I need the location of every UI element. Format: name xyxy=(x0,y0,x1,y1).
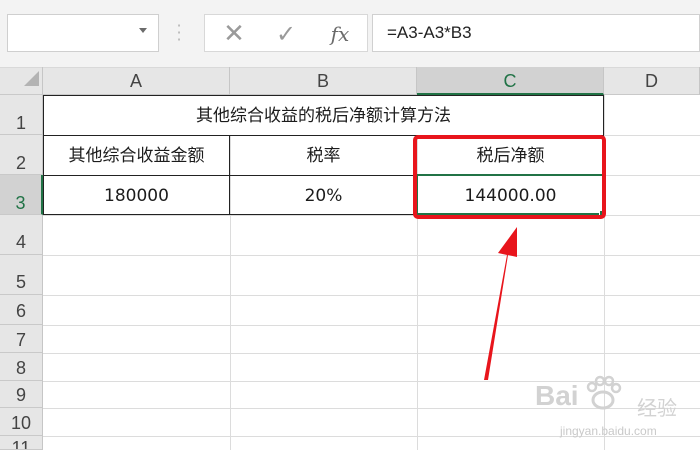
watermark-brand: Bai xyxy=(535,380,579,411)
watermark-suffix: 经验 xyxy=(637,396,677,420)
paw-logo-icon xyxy=(586,375,622,410)
arrow-shape xyxy=(484,227,517,380)
watermark-url: jingyan.baidu.com xyxy=(560,424,657,438)
